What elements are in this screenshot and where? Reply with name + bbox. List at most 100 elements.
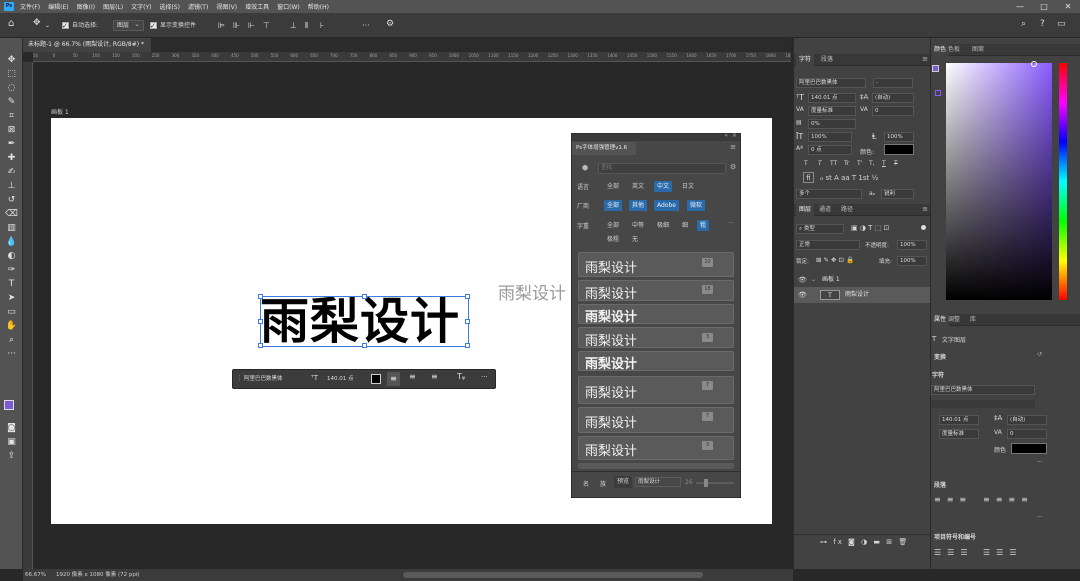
tracking-field[interactable]: 0 (872, 106, 914, 116)
tab-character[interactable]: 字符 (796, 54, 815, 66)
faux-bold-button[interactable]: T (804, 160, 808, 167)
character-section-label[interactable]: 字符 (932, 370, 944, 379)
menu-type[interactable]: 文字(Y) (131, 2, 151, 11)
panel-menu-icon[interactable]: ≡ (922, 205, 928, 213)
bullets-section-label[interactable]: 项目符号和编号 (934, 532, 976, 541)
menu-image[interactable]: 图像(I) (77, 2, 95, 11)
gear-icon[interactable]: ⚙ (386, 18, 394, 31)
hue-slider[interactable] (1059, 63, 1067, 300)
preview-tab[interactable]: 预览 (614, 476, 633, 488)
lasso-tool-icon[interactable]: ◌ (4, 82, 19, 94)
artboard-label[interactable]: 画板 1 (51, 107, 69, 116)
close-icon[interactable]: × (732, 132, 737, 139)
strikethrough-button[interactable]: T (894, 160, 898, 167)
properties-color-swatch[interactable] (1011, 443, 1047, 454)
font-size-field[interactable]: 140.01 点 (808, 93, 856, 103)
layer-actions-icons[interactable]: ⊶ fx ◙ ◑ ▬ ⊞ 🗑 (820, 538, 909, 546)
bullet-icons[interactable]: ☰☰☰ (934, 548, 974, 557)
menu-edit[interactable]: 编辑(E) (48, 2, 68, 11)
font-preview-item[interactable]: 雨梨设计 3 (578, 436, 734, 460)
more-options-button[interactable]: ··· (362, 19, 370, 32)
font-preview-item[interactable]: 雨梨设计 18 (578, 280, 734, 302)
eraser-tool-icon[interactable]: ⌫ (4, 208, 19, 220)
chip-extra-bold[interactable]: 极粗 (604, 234, 622, 245)
align-right-icon[interactable]: ⊩ (248, 19, 255, 32)
transform-handle[interactable] (465, 294, 470, 299)
faux-italic-button[interactable]: T (818, 160, 822, 167)
preview-size-slider[interactable] (696, 479, 734, 487)
sort-by-family-tab[interactable]: 族 (600, 479, 606, 488)
leading-field[interactable]: (自动) (1007, 415, 1047, 425)
font-size-field[interactable]: 140.01 点 (939, 415, 979, 425)
align-top-icon[interactable]: ⊤ (263, 19, 270, 32)
share-icon[interactable]: ⇪ (4, 450, 19, 462)
font-search-input[interactable]: 查找 (598, 163, 726, 174)
auto-select-dropdown[interactable]: 图层 (113, 19, 145, 32)
screen-mode-icon[interactable]: ▣ (4, 436, 19, 448)
tab-channels[interactable]: 通道 (816, 204, 834, 216)
paragraph-justify-icons[interactable]: ≡≡≡≡ (983, 495, 1034, 504)
menu-layer[interactable]: 图层(L) (103, 2, 123, 11)
font-style-dropdown[interactable]: - (873, 78, 913, 88)
font-preview-item[interactable]: 雨梨设计 10 (578, 252, 734, 277)
fill-field[interactable]: 100% (897, 256, 927, 266)
align-middle-icon[interactable]: ⊥ (290, 19, 297, 32)
filter-toggle[interactable] (921, 225, 926, 230)
align-center-icon[interactable]: ⊪ (233, 19, 240, 32)
menu-view[interactable]: 视图(V) (216, 2, 237, 11)
status-arrow-icon[interactable]: › (136, 569, 138, 581)
minimize-button[interactable]: — (1010, 0, 1030, 13)
language-dropdown[interactable]: 多个 (796, 189, 862, 199)
layer-row-text[interactable]: 👁 T 雨梨设计 (794, 287, 931, 303)
font-family-dropdown[interactable]: 阿里巴巴数黑体 (931, 385, 1035, 395)
align-right-text-icon[interactable]: ≡ (431, 372, 438, 381)
subscript-button[interactable]: T, (869, 160, 875, 167)
more-weights-button[interactable]: ··· (728, 220, 734, 227)
preview-text-input[interactable]: 雨梨设计 (635, 477, 681, 487)
kerning-field[interactable]: 度量标准 (808, 106, 856, 116)
tracking-field[interactable]: 0 (1007, 429, 1047, 439)
layer-row-artboard[interactable]: 👁 ⌄ 画板 1 (794, 272, 931, 288)
visibility-eye-icon[interactable]: 👁 (798, 272, 807, 288)
distribute-icon[interactable]: ⫴ (305, 19, 308, 32)
chevron-down-icon[interactable]: ⌄ (45, 19, 50, 32)
horizontal-scrollbar[interactable] (403, 572, 703, 578)
transform-handle[interactable] (258, 319, 263, 324)
home-icon[interactable]: ⌂ (8, 17, 14, 30)
lock-icons[interactable]: ⊠ ✎ ✥ ⊡ 🔒 (816, 256, 854, 264)
baseline-shift-field[interactable]: 0 点 (808, 145, 852, 155)
zoom-level[interactable]: 66.67% (25, 569, 46, 581)
layer-filter-dropdown[interactable]: ⌕ 类型 (796, 224, 844, 234)
menu-window[interactable]: 窗口(W) (277, 2, 300, 11)
visibility-eye-icon[interactable]: 👁 (798, 287, 807, 303)
auto-select-checkbox[interactable]: 自动选择: (62, 19, 98, 33)
font-preview-item[interactable]: 雨梨设计 7 (578, 376, 734, 404)
frame-tool-icon[interactable]: ⊠ (4, 124, 19, 136)
transform-handle[interactable] (362, 294, 367, 299)
stamp-tool-icon[interactable]: ⊥ (4, 180, 19, 192)
close-window-button[interactable]: ✕ (1058, 0, 1078, 13)
slider-handle[interactable] (704, 479, 708, 487)
underline-button[interactable]: T (882, 160, 886, 167)
settings-icon[interactable]: ⚙ (730, 163, 736, 171)
superscript-button[interactable]: T' (857, 160, 862, 167)
dodge-tool-icon[interactable]: ◐ (4, 250, 19, 262)
menu-file[interactable]: 文件(F) (20, 2, 40, 11)
chip-english[interactable]: 英文 (629, 181, 647, 192)
tab-swatches[interactable]: 色板 (945, 44, 963, 56)
align-bottom-icon[interactable]: ⊦ (320, 19, 324, 32)
horizontal-scale-field[interactable]: 100% (884, 132, 914, 142)
document-tab[interactable]: 未标题-1 @ 66.7% (雨梨设计, RGB/8#) * (23, 38, 151, 52)
chip-extra-light[interactable]: 极细 (654, 220, 672, 231)
font-size-field[interactable]: 140.01 点 (324, 374, 369, 384)
color-picker-cursor[interactable] (1031, 61, 1037, 67)
chip-light[interactable]: 细 (679, 220, 691, 231)
opentype-fi-icon[interactable]: fi (803, 172, 814, 183)
workspace-icon[interactable]: ▭ (1057, 18, 1066, 31)
font-family-dropdown[interactable]: 阿里巴巴数黑体 (241, 374, 309, 384)
tab-patterns[interactable]: 图案 (969, 44, 987, 56)
vertical-scale-field[interactable]: 100% (808, 132, 852, 142)
rectangle-tool-icon[interactable]: ▭ (4, 306, 19, 318)
healing-tool-icon[interactable]: ✚ (4, 152, 19, 164)
move-tool-icon[interactable]: ✥ (4, 54, 19, 66)
